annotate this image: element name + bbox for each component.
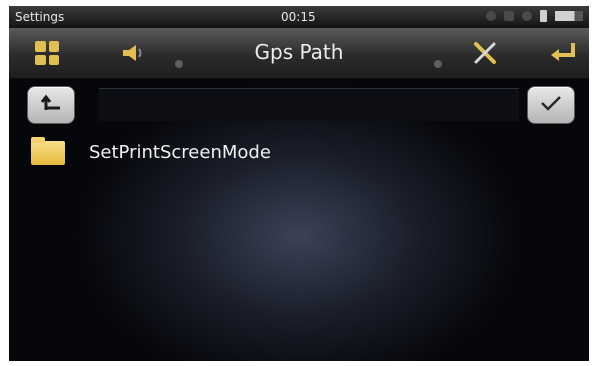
folder-name: SetPrintScreenMode (89, 142, 271, 163)
battery-icon (540, 10, 547, 22)
up-arrow-icon (40, 94, 62, 116)
volume-indicator-dot (175, 60, 183, 68)
toolbar: Gps Path (9, 28, 589, 79)
page-title: Gps Path (254, 40, 344, 64)
status-app-title: Settings (15, 10, 65, 24)
checkmark-icon (539, 94, 563, 116)
page-indicator-dot (434, 60, 442, 68)
apps-grid-icon[interactable] (31, 38, 63, 68)
gps-status-icon (486, 11, 496, 21)
status-clock: 00:15 (281, 10, 316, 24)
path-field (99, 88, 519, 121)
list-item[interactable]: SetPrintScreenMode (9, 136, 589, 168)
status-bar: Settings 00:15 (9, 6, 589, 28)
speaker-icon[interactable] (117, 38, 149, 68)
usb-status-icon (522, 11, 532, 21)
up-folder-button[interactable] (27, 86, 75, 124)
enter-icon[interactable] (547, 38, 579, 68)
app-screen: Settings 00:15 Gps Path SetPrintScreenMo… (9, 6, 589, 361)
status-icons (486, 10, 583, 22)
tools-icon[interactable] (469, 38, 501, 68)
confirm-button[interactable] (527, 86, 575, 124)
signal-strength-icon (555, 11, 583, 21)
folder-icon (31, 137, 65, 165)
sd-card-icon (504, 11, 514, 21)
